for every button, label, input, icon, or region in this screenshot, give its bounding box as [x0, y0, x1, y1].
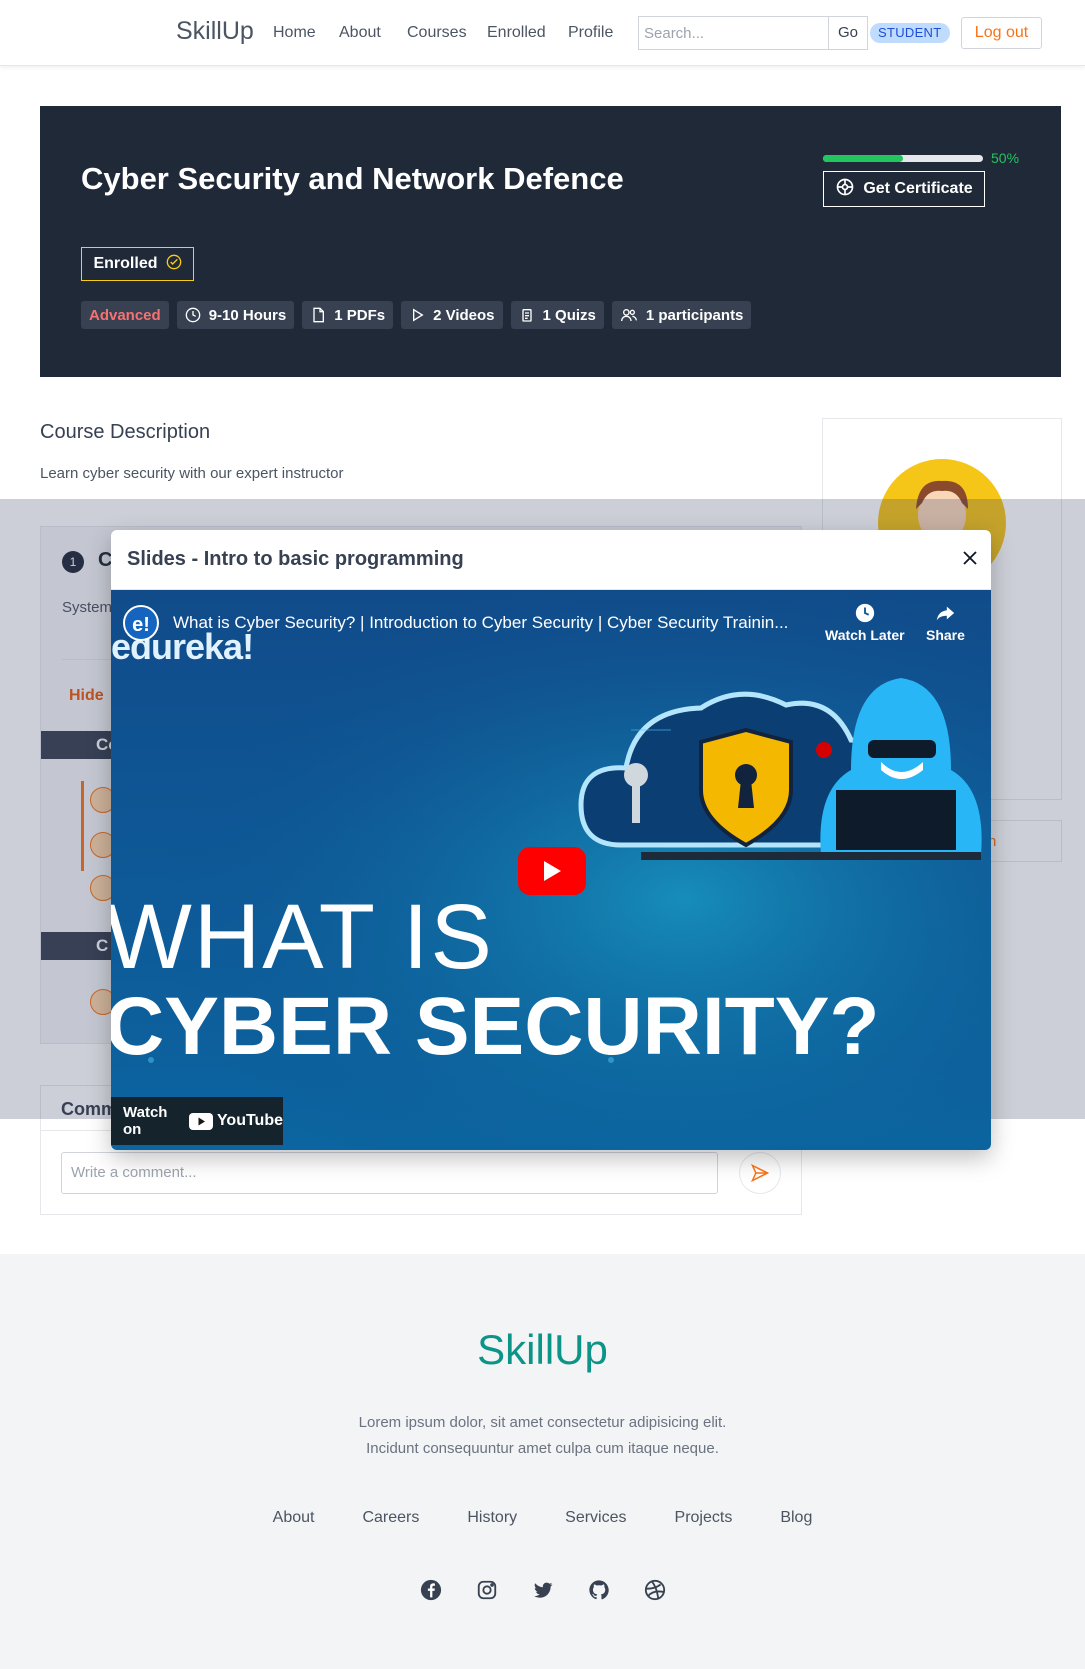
facebook-icon[interactable]	[420, 1579, 442, 1601]
comment-input[interactable]: Write a comment...	[61, 1152, 718, 1194]
course-progress-fill	[823, 155, 903, 162]
nav-link-home[interactable]: Home	[273, 24, 316, 42]
footer-text-line-1: Lorem ipsum dolor, sit amet consectetur …	[358, 1414, 727, 1431]
footer-brand[interactable]: SkillUp	[0, 1326, 1085, 1374]
duration-chip: 9-10 Hours	[176, 301, 295, 329]
course-description-text: Learn cyber security with our expert ins…	[40, 465, 344, 482]
course-hero: Cyber Security and Network Defence 50% G…	[40, 106, 1061, 377]
nav-link-courses[interactable]: Courses	[407, 24, 467, 42]
footer-link-careers[interactable]: Careers	[362, 1509, 419, 1527]
footer-link-projects[interactable]: Projects	[675, 1509, 733, 1527]
clipboard-icon	[521, 309, 532, 322]
send-comment-button[interactable]	[739, 1152, 781, 1194]
modal-title: Slides - Intro to basic programming	[127, 548, 464, 570]
search-go-button[interactable]: Go	[828, 16, 868, 50]
channel-avatar[interactable]: e!	[123, 605, 159, 641]
play-button[interactable]	[518, 847, 586, 895]
watch-later-button[interactable]: Watch Later	[825, 602, 905, 643]
footer-link-services[interactable]: Services	[565, 1509, 626, 1527]
share-button[interactable]: Share	[926, 602, 965, 643]
brand-logo[interactable]: SkillUp	[176, 17, 254, 46]
thumbnail-headline-line-2: CYBER SECURITY?	[111, 981, 880, 1072]
send-icon	[750, 1163, 770, 1183]
quizzes-label: 1 Quizs	[542, 306, 596, 324]
pdfs-label: 1 PDFs	[334, 306, 386, 324]
watch-on-youtube-button[interactable]: Watch on YouTube	[111, 1097, 283, 1145]
videos-chip: 2 Videos	[401, 301, 503, 329]
share-label: Share	[926, 627, 965, 643]
footer-link-history[interactable]: History	[467, 1509, 517, 1527]
course-title: Cyber Security and Network Defence	[81, 161, 624, 196]
quizzes-chip: 1 Quizs	[510, 301, 604, 329]
play-icon	[544, 861, 561, 881]
pdfs-chip: 1 PDFs	[302, 301, 394, 329]
course-progress-label: 50%	[991, 150, 1020, 166]
level-label: Advanced	[89, 306, 161, 324]
footer: SkillUp Lorem ipsum dolor, sit amet cons…	[0, 1254, 1085, 1669]
github-icon[interactable]	[588, 1579, 610, 1601]
footer-links: About Careers History Services Projects …	[0, 1509, 1085, 1527]
modal-header: Slides - Intro to basic programming	[111, 530, 991, 590]
play-icon	[413, 308, 424, 322]
enrolled-label: Enrolled	[93, 255, 158, 272]
clock-icon	[855, 603, 874, 623]
logout-button[interactable]: Log out	[961, 17, 1042, 49]
footer-description: Lorem ipsum dolor, sit amet consectetur …	[0, 1410, 1085, 1462]
twitter-icon[interactable]	[532, 1579, 554, 1601]
course-description-title: Course Description	[40, 421, 211, 443]
instagram-icon[interactable]	[476, 1579, 498, 1601]
get-certificate-label: Get Certificate	[863, 180, 973, 197]
certificate-icon	[835, 177, 855, 202]
watch-on-label: Watch on	[123, 1104, 168, 1138]
videos-label: 2 Videos	[433, 306, 495, 324]
search-input[interactable]: Search...	[638, 16, 828, 50]
slides-modal: Slides - Intro to basic programming edur…	[111, 530, 991, 1150]
participants-chip: 1 participants	[611, 301, 752, 329]
footer-text-line-2: Incidunt consequuntur amet culpa cum ita…	[366, 1440, 719, 1457]
top-navbar: SkillUp Home About Courses Enrolled Prof…	[0, 0, 1085, 66]
participants-label: 1 participants	[645, 306, 744, 324]
course-progress-bar	[823, 155, 983, 162]
nav-link-profile[interactable]: Profile	[568, 24, 613, 42]
close-icon[interactable]	[956, 544, 984, 572]
check-circle-icon	[166, 254, 182, 275]
get-certificate-button[interactable]: Get Certificate	[823, 171, 985, 207]
nav-link-enrolled[interactable]: Enrolled	[487, 24, 546, 42]
users-icon	[620, 309, 637, 322]
footer-social-links	[0, 1579, 1085, 1601]
youtube-logo: YouTube	[188, 1112, 283, 1130]
role-badge: STUDENT	[870, 23, 950, 43]
enrolled-badge: Enrolled	[81, 247, 194, 281]
youtube-wordmark: YouTube	[216, 1112, 283, 1129]
level-chip: Advanced	[81, 301, 169, 329]
watch-later-label: Watch Later	[825, 627, 905, 643]
video-title[interactable]: What is Cyber Security? | Introduction t…	[173, 613, 788, 633]
course-stats: Advanced 9-10 Hours 1 PDFs 2 Videos 1 Qu…	[81, 301, 752, 329]
clock-icon	[185, 307, 201, 323]
file-icon	[313, 307, 325, 323]
youtube-icon	[188, 1112, 213, 1130]
nav-link-about[interactable]: About	[339, 24, 381, 42]
thumbnail-headline-line-1: WHAT IS	[111, 886, 494, 988]
footer-link-about[interactable]: About	[273, 1509, 315, 1527]
footer-link-blog[interactable]: Blog	[780, 1509, 812, 1527]
share-icon	[937, 606, 955, 621]
youtube-video-player[interactable]: edureka! e! What is Cyber Security? | In…	[111, 590, 991, 1150]
dribbble-icon[interactable]	[644, 1579, 666, 1601]
duration-label: 9-10 Hours	[208, 306, 287, 324]
